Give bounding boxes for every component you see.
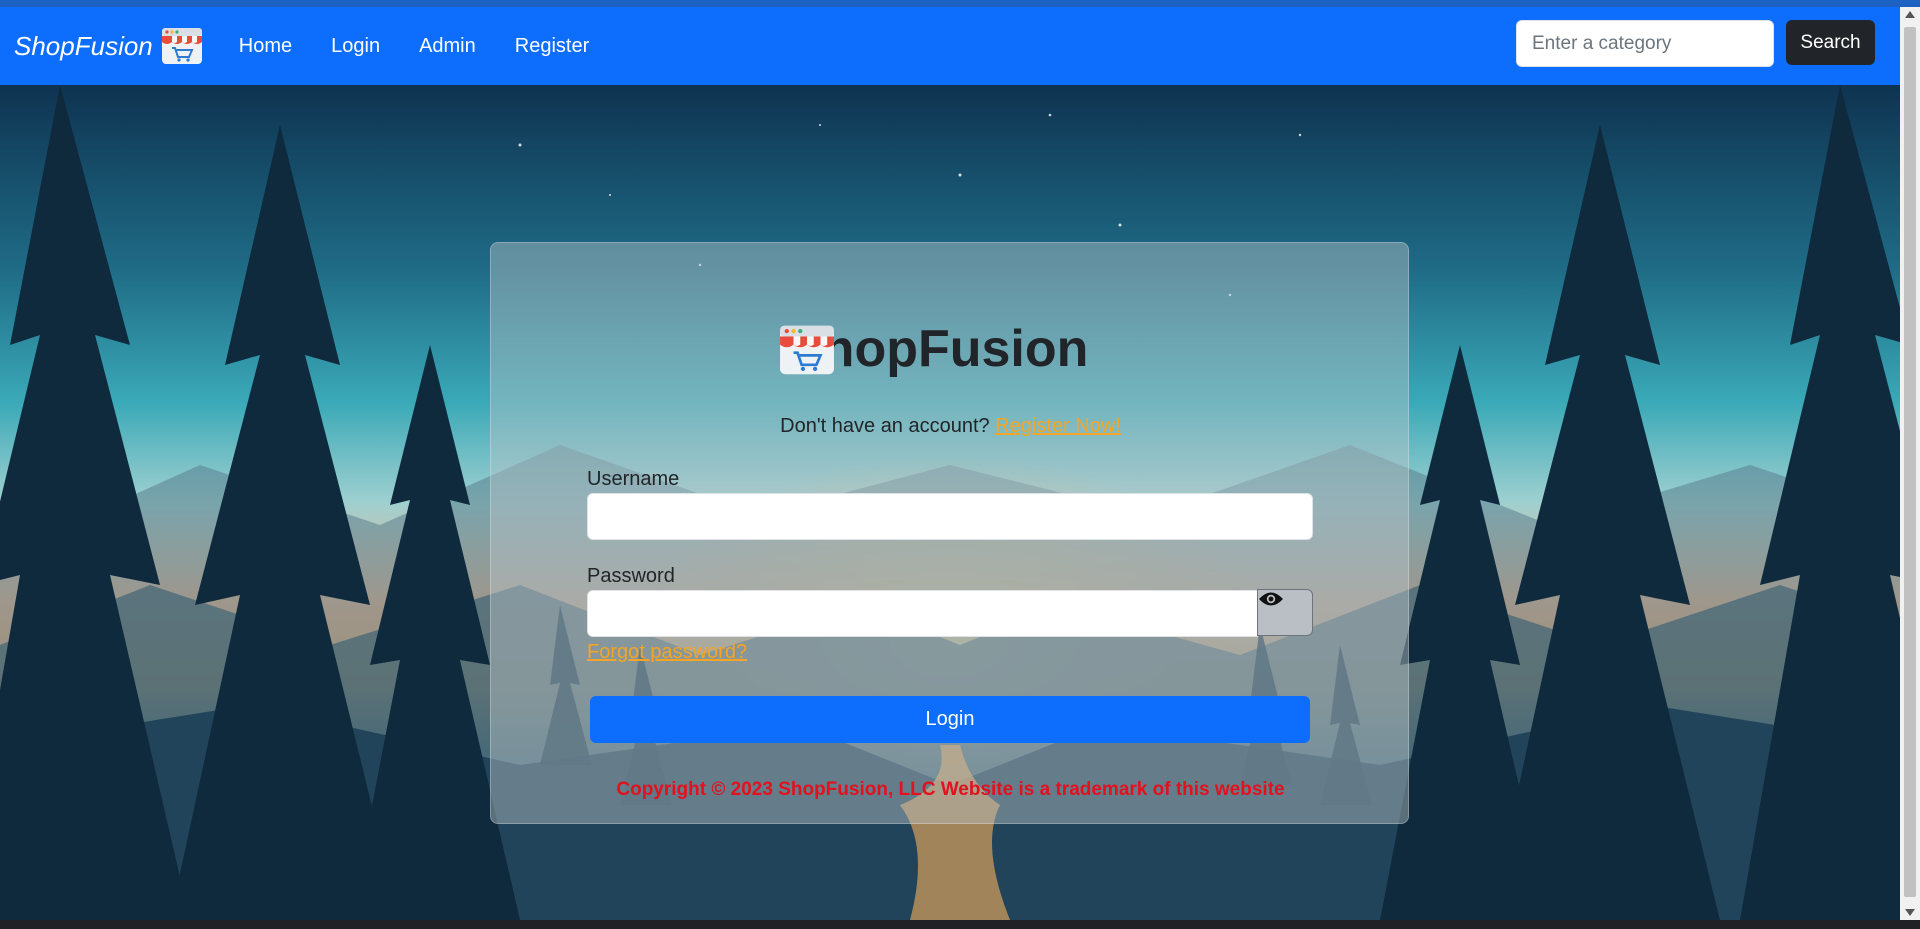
password-field[interactable] (587, 590, 1258, 637)
forest-background: ShopFusion Don't have an account? Regist… (0, 85, 1900, 920)
password-label: Password (587, 565, 675, 587)
brand-name: ShopFusion (14, 30, 153, 61)
shop-logo-icon (780, 325, 834, 375)
copyright-text: Copyright © 2023 ShopFusion, LLC Website… (616, 779, 1285, 800)
nav-link-admin[interactable]: Admin (419, 35, 476, 58)
nav-search: Search (1516, 20, 1875, 67)
toggle-password-button[interactable] (1257, 589, 1313, 636)
taskbar-strip (0, 920, 1920, 929)
brand[interactable]: ShopFusion (14, 24, 205, 68)
nav-links: Home Login Admin Register (239, 35, 628, 58)
register-prompt-line: Don't have an account? Register Now! (491, 415, 1410, 438)
scroll-up-arrow-icon[interactable] (1905, 11, 1915, 18)
shop-logo-icon (161, 28, 202, 64)
nav-link-login[interactable]: Login (331, 35, 380, 58)
username-field[interactable] (587, 493, 1313, 540)
register-prompt: Don't have an account? (780, 415, 990, 437)
vertical-scrollbar[interactable] (1900, 7, 1920, 920)
nav-link-register[interactable]: Register (515, 35, 589, 58)
scroll-down-arrow-icon[interactable] (1905, 909, 1915, 916)
search-button[interactable]: Search (1786, 20, 1875, 65)
scroll-thumb[interactable] (1904, 27, 1916, 897)
login-button[interactable]: Login (590, 696, 1310, 743)
navbar: ShopFusion Home Login Admin Register Sea… (0, 7, 1900, 85)
window-top-strip (0, 0, 1920, 7)
eye-icon (1259, 592, 1283, 606)
username-label: Username (587, 468, 680, 490)
category-search-input[interactable] (1516, 20, 1774, 67)
card-title: ShopFusion (776, 319, 1088, 379)
register-now-link[interactable]: Register Now! (995, 415, 1121, 437)
login-card: ShopFusion Don't have an account? Regist… (490, 242, 1409, 824)
forgot-password-link[interactable]: Forgot password? (587, 641, 747, 664)
nav-link-home[interactable]: Home (239, 35, 292, 58)
